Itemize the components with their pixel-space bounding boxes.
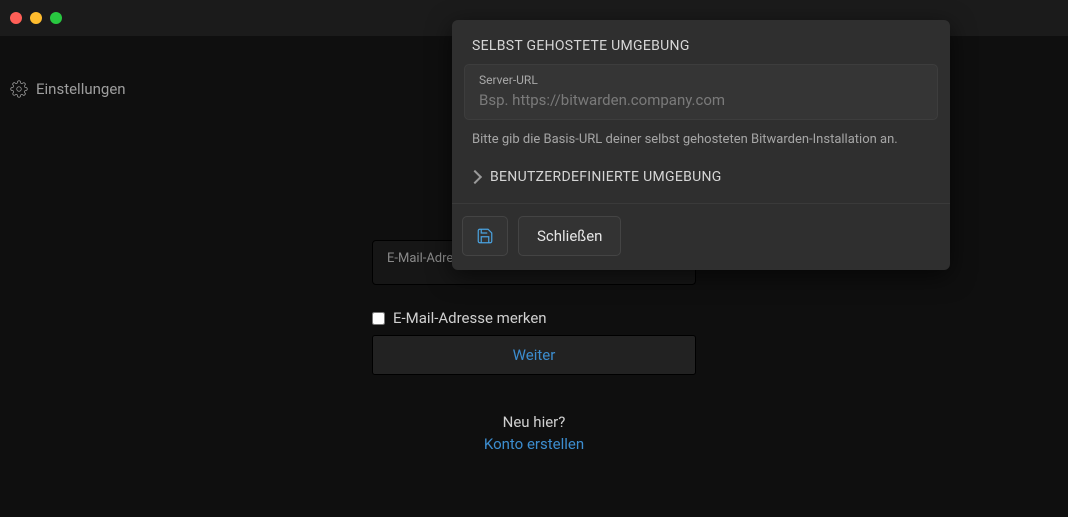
window-close-icon[interactable]: [10, 12, 22, 24]
remember-email-checkbox[interactable]: [372, 312, 385, 325]
remember-email-label: E-Mail-Adresse merken: [393, 309, 547, 327]
remember-email-row[interactable]: E-Mail-Adresse merken: [372, 309, 696, 327]
server-url-input[interactable]: [479, 91, 923, 109]
save-icon: [476, 227, 494, 245]
settings-label: Einstellungen: [36, 80, 126, 98]
server-url-field[interactable]: Server-URL: [464, 64, 938, 120]
create-account-link[interactable]: Konto erstellen: [372, 435, 696, 453]
save-button[interactable]: [462, 216, 508, 256]
self-hosted-env-modal: SELBST GEHOSTETE UMGEBUNG Server-URL Bit…: [452, 20, 950, 270]
custom-env-label: BENUTZERDEFINIERTE UMGEBUNG: [490, 169, 722, 185]
gear-icon: [10, 80, 28, 98]
window-controls: [10, 12, 62, 24]
settings-button[interactable]: Einstellungen: [10, 80, 126, 98]
chevron-right-icon: [468, 170, 482, 184]
window-maximize-icon[interactable]: [50, 12, 62, 24]
new-here-text: Neu hier?: [372, 413, 696, 431]
server-url-help-text: Bitte gib die Basis-URL deiner selbst ge…: [472, 132, 930, 147]
custom-env-expander[interactable]: BENUTZERDEFINIERTE UMGEBUNG: [464, 163, 938, 203]
window-minimize-icon[interactable]: [30, 12, 42, 24]
continue-button[interactable]: Weiter: [372, 335, 696, 375]
server-url-label: Server-URL: [479, 73, 923, 87]
modal-title: SELBST GEHOSTETE UMGEBUNG: [452, 20, 950, 64]
close-button[interactable]: Schließen: [518, 216, 621, 256]
